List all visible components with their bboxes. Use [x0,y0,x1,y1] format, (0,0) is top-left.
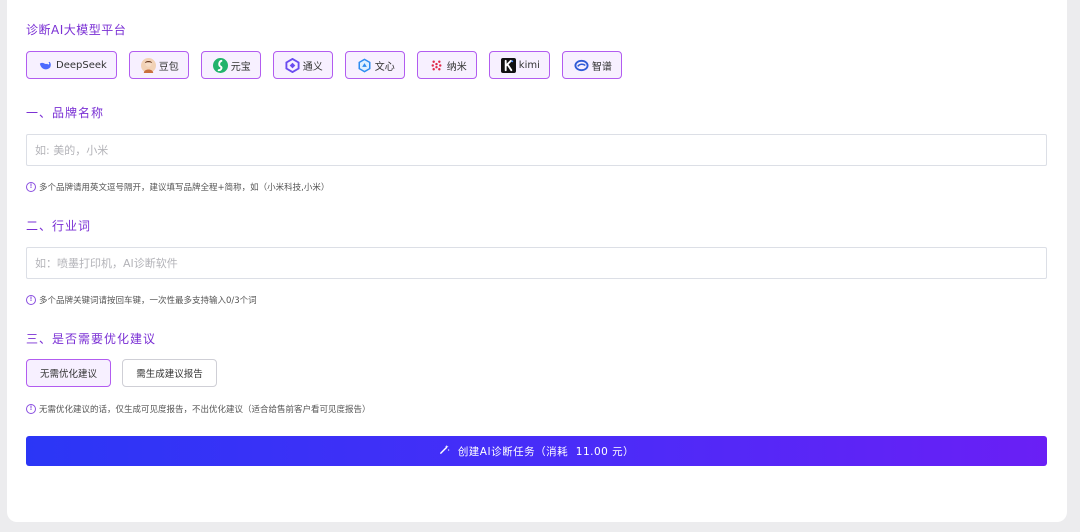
platform-label: 文心 [374,61,395,73]
info-icon: ! [26,404,36,414]
option-no-suggestion[interactable]: 无需优化建议 [26,359,111,387]
main-card: 诊断AI大模型平台 DeepSeek 豆包 元宝 通义 文心 纳米 kimi 智… [7,0,1067,522]
platform-wenxin[interactable]: 文心 [344,51,405,79]
zhipu-icon [574,58,589,73]
optimize-section-title: 三、是否需要优化建议 [26,332,157,346]
tongyi-icon [285,57,300,73]
industry-hint: ! 多个品牌关键词请按回车键，一次性最多支持输入0/3个词 [26,294,257,306]
platform-label: 纳米 [446,61,467,73]
platform-kimi[interactable]: kimi [488,51,550,79]
info-icon: ! [26,295,36,305]
create-task-label: 创建AI诊断任务（消耗 11.00 元） [457,445,635,458]
option-generate-report[interactable]: 需生成建议报告 [122,359,217,387]
industry-section-title: 二、行业词 [26,219,92,233]
optimize-hint: ! 无需优化建议的话，仅生成可见度报告，不出优化建议（适合给售前客户看可见度报告… [26,403,371,415]
brand-name-input[interactable] [26,134,1047,166]
magic-wand-icon [439,444,450,458]
platform-label: 通义 [302,61,323,73]
platform-nami[interactable]: 纳米 [416,51,477,79]
optimize-hint-text: 无需优化建议的话，仅生成可见度报告，不出优化建议（适合给售前客户看可见度报告） [39,405,371,415]
platform-tongyi[interactable]: 通义 [272,51,333,79]
industry-keyword-input[interactable] [26,247,1047,279]
platform-section-title: 诊断AI大模型平台 [26,23,127,37]
platform-zhipu[interactable]: 智谱 [561,51,622,79]
platform-deepseek[interactable]: DeepSeek [26,51,117,79]
industry-hint-text: 多个品牌关键词请按回车键，一次性最多支持输入0/3个词 [39,296,257,306]
yuanbao-icon [212,57,228,73]
platform-label: 豆包 [158,61,179,73]
platform-label: 元宝 [230,61,251,73]
kimi-icon [500,57,516,73]
wenxin-icon [357,58,372,73]
platform-yuanbao[interactable]: 元宝 [200,51,261,79]
brand-hint: ! 多个品牌请用英文逗号隔开，建议填写品牌全程+简称，如（小米科技,小米） [26,181,329,193]
deepseek-icon [38,58,53,73]
info-icon: ! [26,182,36,192]
nami-icon [429,58,444,73]
platform-label: kimi [518,59,540,71]
doubao-icon [140,57,156,73]
platform-label: 智谱 [591,61,612,73]
create-task-button[interactable]: 创建AI诊断任务（消耗 11.00 元） [26,436,1047,466]
brand-hint-text: 多个品牌请用英文逗号隔开，建议填写品牌全程+简称，如（小米科技,小米） [39,183,330,193]
platform-doubao[interactable]: 豆包 [128,51,189,79]
brand-section-title: 一、品牌名称 [26,106,105,120]
platform-label: DeepSeek [56,59,107,71]
platform-list: DeepSeek 豆包 元宝 通义 文心 纳米 kimi 智谱 [26,51,622,79]
